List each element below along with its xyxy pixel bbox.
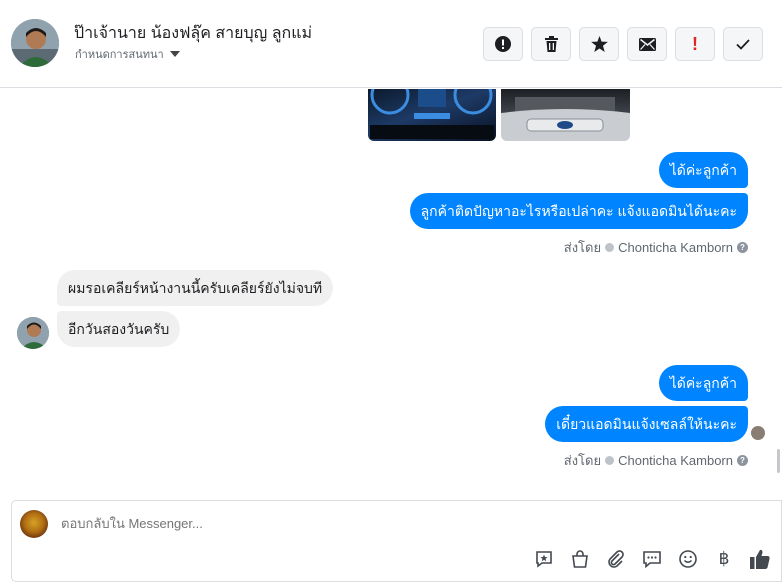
sent-by-agent[interactable]: Chonticha Kamborn: [618, 240, 733, 255]
shop-bag-icon: [572, 550, 588, 568]
contact-avatar-small[interactable]: [17, 317, 49, 349]
attach-button[interactable]: [605, 548, 627, 570]
outgoing-message[interactable]: ลูกค้าติดปัญหาอะไรหรือเปล่าคะ แจ้งแอดมิน…: [409, 193, 748, 229]
star-icon: [590, 36, 608, 52]
conversation-schedule-dropdown[interactable]: กำหนดการสนทนา: [75, 45, 180, 63]
message-composer: ฿: [11, 500, 782, 582]
incoming-message[interactable]: ผมรอเคลียร์หน้างานนี้ครับเคลียร์ยังไม่จบ…: [57, 270, 334, 306]
delete-button[interactable]: [531, 27, 571, 61]
alert-icon: [495, 36, 511, 52]
seen-avatar-icon: [751, 426, 765, 440]
check-icon: [736, 38, 750, 50]
chat-icon: [643, 551, 661, 569]
outgoing-message[interactable]: ได้ค่ะลูกค้า: [658, 365, 748, 401]
thread-scrollbar[interactable]: [777, 449, 780, 473]
outgoing-message[interactable]: เดี๋ยวแอดมินแจ้งเซลล์ให้นะคะ: [545, 406, 748, 442]
report-button[interactable]: [483, 27, 523, 61]
contact-avatar[interactable]: [11, 19, 59, 67]
incoming-message[interactable]: อีกวันสองวันครับ: [57, 311, 181, 347]
agent-status-icon: [605, 456, 615, 465]
saved-reply-button[interactable]: [533, 548, 555, 570]
conversation-header: ป๊าเจ้านาย น้องฟลุ๊ค สายบุญ ลูกแม่ กำหนด…: [0, 0, 782, 88]
page-avatar: [20, 510, 48, 538]
sent-by-agent[interactable]: Chonticha Kamborn: [618, 453, 733, 468]
reply-input[interactable]: [61, 516, 661, 531]
shop-button[interactable]: [569, 548, 591, 570]
mark-done-button[interactable]: [723, 27, 763, 61]
star-button[interactable]: [579, 27, 619, 61]
like-icon: [750, 549, 770, 569]
sent-by-label: ส่งโดย Chonticha Kamborn ?: [564, 450, 748, 471]
composer-toolbar: ฿: [533, 548, 771, 570]
quick-reply-button[interactable]: [641, 548, 663, 570]
mail-icon: [638, 37, 656, 51]
shared-image-engine[interactable]: [501, 89, 630, 141]
attachment-icon: [608, 550, 624, 568]
emoji-icon: [679, 550, 697, 568]
like-button[interactable]: [749, 548, 771, 570]
contact-name[interactable]: ป๊าเจ้านาย น้องฟลุ๊ค สายบุญ ลูกแม่: [74, 21, 312, 46]
emoji-button[interactable]: [677, 548, 699, 570]
follow-up-button[interactable]: !: [675, 27, 715, 61]
help-icon[interactable]: ?: [737, 455, 748, 466]
help-icon[interactable]: ?: [737, 242, 748, 253]
messenger-inbox: ป๊าเจ้านาย น้องฟลุ๊ค สายบุญ ลูกแม่ กำหนด…: [0, 0, 782, 584]
shared-image-dashboard[interactable]: [368, 89, 496, 141]
mark-unread-button[interactable]: [627, 27, 667, 61]
sent-by-prefix: ส่งโดย: [563, 453, 602, 468]
agent-status-icon: [605, 243, 615, 252]
header-actions: !: [483, 27, 763, 61]
sent-by-prefix: ส่งโดย: [563, 240, 602, 255]
payment-button[interactable]: ฿: [713, 548, 735, 570]
conversation-schedule-label: กำหนดการสนทนา: [75, 49, 164, 61]
sent-by-label: ส่งโดย Chonticha Kamborn ?: [564, 237, 748, 258]
baht-icon: ฿: [718, 549, 730, 568]
message-thread[interactable]: ได้ค่ะลูกค้า ลูกค้าติดปัญหาอะไรหรือเปล่า…: [0, 89, 782, 495]
exclamation-icon: !: [692, 33, 698, 54]
outgoing-message[interactable]: ได้ค่ะลูกค้า: [658, 152, 748, 188]
trash-icon: [544, 36, 558, 52]
caret-down-icon: [169, 51, 180, 57]
saved-reply-icon: [536, 551, 552, 568]
